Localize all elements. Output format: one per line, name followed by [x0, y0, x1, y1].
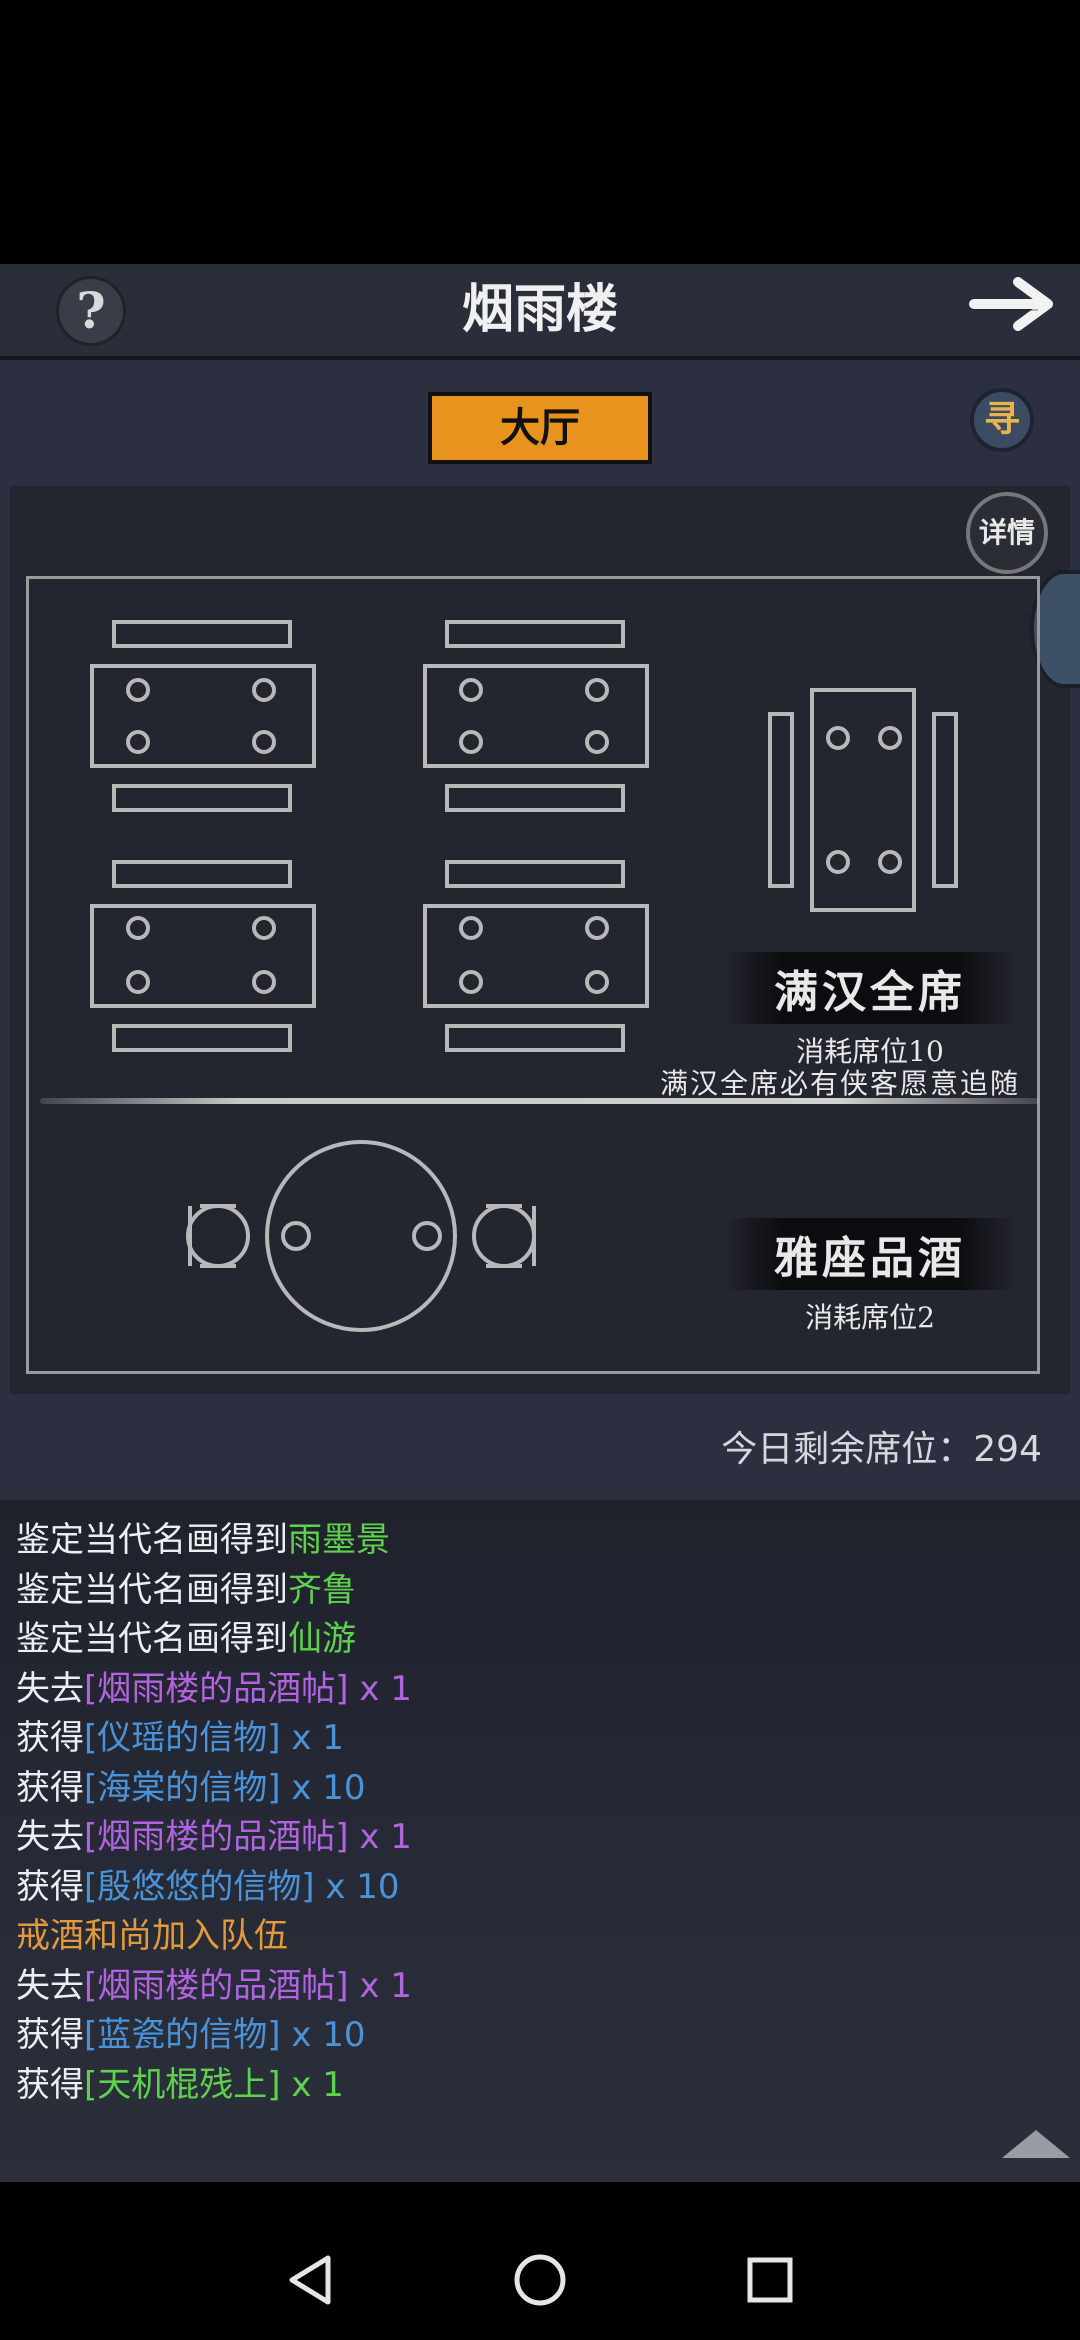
- home-icon[interactable]: [510, 2250, 570, 2310]
- log-prefix: 获得: [16, 1866, 84, 1907]
- log-item-name: [海棠的信物]: [84, 1767, 281, 1808]
- log-prefix: 失去: [16, 1965, 84, 2006]
- log-item: 鉴定当代名画得到雨墨景: [16, 1516, 390, 1564]
- log-quantity: x 1: [280, 1718, 344, 1758]
- back-icon[interactable]: [282, 2250, 338, 2310]
- log-prefix: 获得: [16, 1718, 84, 1758]
- log-prefix: 获得: [16, 1767, 84, 1808]
- manhan-table-3[interactable]: [90, 860, 316, 1052]
- log-item-name: [天机棍残上]: [84, 2064, 281, 2105]
- manhan-note: 满汉全席必有侠客愿意追随: [659, 1067, 1020, 1100]
- log-prefix: 鉴定当代名画得到: [16, 1619, 288, 1659]
- log-item-name: 仙游: [288, 1619, 356, 1659]
- log-quantity: x 1: [348, 1668, 412, 1709]
- yazuo-title: 雅座品酒: [724, 1218, 1016, 1290]
- log-quantity: x 10: [280, 2015, 366, 2055]
- log-item-name: 齐鲁: [288, 1569, 356, 1610]
- log-prefix: 鉴定当代名画得到: [16, 1569, 288, 1610]
- recent-apps-icon[interactable]: [742, 2252, 798, 2308]
- log-item: 获得[天机棍残上] x 1: [16, 2061, 344, 2109]
- yazuo-cost: 消耗席位2: [805, 1301, 935, 1334]
- manhan-table-2[interactable]: [423, 620, 649, 812]
- log-item-name: [烟雨楼的品酒帖]: [84, 1668, 349, 1709]
- log-quantity: x 1: [348, 1817, 412, 1857]
- log-item: 鉴定当代名画得到仙游: [16, 1615, 356, 1663]
- log-item: 失去[烟雨楼的品酒帖] x 1: [16, 1665, 412, 1713]
- log-prefix: 失去: [16, 1817, 84, 1857]
- scroll-up-icon[interactable]: [1002, 2130, 1070, 2158]
- log-item-name: [仪瑶的信物]: [84, 1718, 281, 1758]
- log-quantity: x 1: [348, 1965, 412, 2006]
- log-item: 鉴定当代名画得到齐鲁: [16, 1566, 356, 1614]
- manhan-title: 满汉全席: [724, 952, 1016, 1024]
- divider: [40, 1098, 1040, 1104]
- log-prefix: 鉴定当代名画得到: [16, 1520, 288, 1560]
- yazuo-banner[interactable]: 雅座品酒 消耗席位2: [690, 1218, 1050, 1336]
- manhan-banner[interactable]: 满汉全席 消耗席位10: [690, 952, 1050, 1070]
- manhan-table-1[interactable]: [90, 620, 316, 812]
- log-item-name: [烟雨楼的品酒帖]: [84, 1817, 349, 1857]
- log-item: 失去[烟雨楼的品酒帖] x 1: [16, 1962, 412, 2010]
- log-item-name: 戒酒和尚加入队伍: [16, 1916, 288, 1956]
- log-item: 获得[殷悠悠的信物] x 10: [16, 1863, 400, 1911]
- log-item-name: [殷悠悠的信物]: [84, 1866, 315, 1907]
- log-item: 获得[海棠的信物] x 10: [16, 1764, 366, 1812]
- log-item: 获得[仪瑶的信物] x 1: [16, 1714, 344, 1762]
- yazuo-table[interactable]: [186, 1140, 536, 1332]
- log-quantity: x 1: [280, 2064, 344, 2105]
- log-prefix: 获得: [16, 2064, 84, 2105]
- log-item-name: [烟雨楼的品酒帖]: [84, 1965, 349, 2006]
- log-prefix: 失去: [16, 1668, 84, 1709]
- log-prefix: 获得: [16, 2015, 84, 2055]
- log-item-name: [蓝瓷的信物]: [84, 2015, 281, 2055]
- log-item-name: 雨墨景: [288, 1520, 390, 1560]
- log-item: 失去[烟雨楼的品酒帖] x 1: [16, 1813, 412, 1861]
- manhan-table-legend[interactable]: [768, 688, 958, 912]
- log-item: 获得[蓝瓷的信物] x 10: [16, 2011, 366, 2059]
- log-quantity: x 10: [280, 1767, 366, 1808]
- manhan-table-4[interactable]: [423, 860, 649, 1052]
- manhan-note-box: 满汉全席必有侠客愿意追随: [620, 1058, 1060, 1102]
- log-item: 戒酒和尚加入队伍: [16, 1912, 288, 1960]
- seats-remaining: 今日剩余席位：294: [721, 1429, 1042, 1470]
- log-quantity: x 10: [314, 1866, 400, 1907]
